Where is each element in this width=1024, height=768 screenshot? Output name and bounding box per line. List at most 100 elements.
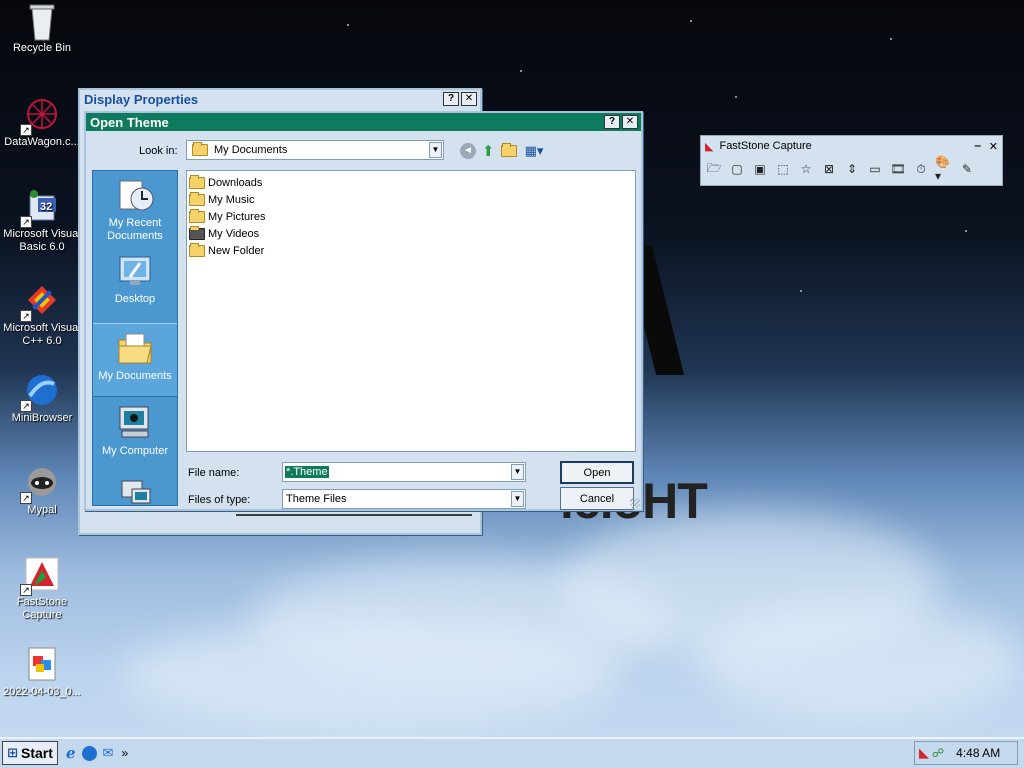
- file-name: New Folder: [208, 244, 265, 257]
- desktop-icon-label: FastStone Capture: [16, 596, 68, 621]
- mypal-icon: ↗: [20, 464, 60, 504]
- my-documents-icon: [116, 330, 154, 366]
- screen-recorder-icon[interactable]: 🎞: [889, 160, 907, 178]
- visual-basic-icon: 32 ↗: [20, 188, 60, 228]
- file-name: Downloads: [208, 176, 263, 189]
- datawagon-icon: ↗: [20, 96, 60, 136]
- place-my-computer[interactable]: My Computer: [93, 399, 177, 473]
- capture-freehand-icon[interactable]: ☆: [797, 160, 815, 178]
- close-button[interactable]: ✕: [461, 92, 477, 106]
- desktop-icon-screenshot-file[interactable]: 2022-04-03_0...: [0, 646, 84, 699]
- capture-fixed-region-icon[interactable]: ▭: [866, 160, 884, 178]
- open-theme-titlebar[interactable]: Open Theme ? ✕: [86, 113, 641, 131]
- file-name-label: File name:: [188, 467, 240, 479]
- desktop-icon-label: Microsoft Visual C++ 6.0: [3, 322, 81, 347]
- settings-menu-icon[interactable]: ✎: [958, 160, 976, 178]
- network-tray-icon[interactable]: ☍: [932, 746, 944, 760]
- file-list[interactable]: Downloads My Music My Pictures My Videos…: [186, 170, 636, 452]
- folder-icon: [189, 242, 205, 257]
- windows-logo-icon: ⊞: [7, 745, 18, 760]
- delay-timer-icon[interactable]: ⏱: [912, 160, 930, 178]
- chevron-down-icon[interactable]: ▼: [429, 142, 442, 158]
- list-item[interactable]: New Folder: [189, 242, 635, 259]
- help-button[interactable]: ?: [604, 115, 620, 129]
- capture-object-icon[interactable]: ▣: [751, 160, 769, 178]
- taskbar: ⊞ Start ℯ ✉ » ◣ ☍ 4:48 AM: [0, 737, 1024, 768]
- display-properties-bottom-tabs: [236, 514, 472, 522]
- list-item[interactable]: Downloads: [189, 174, 635, 191]
- help-button[interactable]: ?: [443, 92, 459, 106]
- desktop-icon-minibrowser[interactable]: ↗ MiniBrowser: [0, 372, 84, 425]
- new-folder-icon[interactable]: [500, 143, 517, 157]
- view-menu-icon[interactable]: ▦▾: [525, 143, 544, 159]
- desktop-icon-label: DataWagon.c...: [4, 136, 80, 148]
- close-button[interactable]: ✕: [622, 115, 638, 129]
- place-my-network[interactable]: [93, 471, 177, 505]
- list-item[interactable]: My Pictures: [189, 208, 635, 225]
- capture-scrolling-icon[interactable]: ⇕: [843, 160, 861, 178]
- display-properties-titlebar[interactable]: Display Properties ? ✕: [80, 90, 480, 108]
- videos-folder-icon: [189, 225, 205, 240]
- chevron-down-icon[interactable]: ▼: [511, 491, 524, 507]
- close-button[interactable]: ✕: [989, 140, 998, 153]
- back-icon[interactable]: ◄: [460, 143, 476, 159]
- network-places-icon: [116, 477, 154, 505]
- faststone-capture-icon: ↗: [20, 556, 60, 596]
- faststone-tray-icon[interactable]: ◣: [919, 745, 929, 761]
- desktop-icon-label: Microsoft Visual Basic 6.0: [3, 228, 81, 253]
- internet-explorer-icon[interactable]: ℯ: [66, 744, 76, 762]
- file-name-input[interactable]: *.Theme ▼: [282, 462, 526, 482]
- list-item[interactable]: My Music: [189, 191, 635, 208]
- recycle-bin-icon: [24, 2, 60, 41]
- browser-globe-icon[interactable]: [81, 745, 97, 761]
- desktop-icon-vb6[interactable]: 32 ↗ Microsoft Visual Basic 6.0: [0, 188, 84, 254]
- minimize-button[interactable]: ‒: [975, 140, 981, 152]
- desktop-icon-datawagon[interactable]: ↗ DataWagon.c...: [0, 96, 84, 149]
- faststone-capture-window[interactable]: ◣ FastStone Capture ‒ ✕ 🗁 ▢ ▣ ⬚ ☆ ⊠ ⇕ ▭ …: [700, 135, 1003, 186]
- capture-fullscreen-icon[interactable]: ⊠: [820, 160, 838, 178]
- desktop-icon-vc6[interactable]: ↗ Microsoft Visual C++ 6.0: [0, 282, 84, 348]
- cancel-button[interactable]: Cancel: [560, 487, 634, 510]
- faststone-titlebar[interactable]: ◣ FastStone Capture ‒ ✕: [701, 136, 1002, 156]
- files-of-type-dropdown[interactable]: Theme Files ▼: [282, 489, 526, 509]
- shortcut-arrow-icon: ↗: [20, 400, 32, 412]
- up-folder-icon[interactable]: ⬆: [482, 142, 495, 160]
- shortcut-arrow-icon: ↗: [20, 216, 32, 228]
- image-file-icon: [24, 646, 60, 682]
- badge-32: 32: [40, 201, 52, 213]
- place-desktop[interactable]: Desktop: [93, 247, 177, 321]
- look-in-label: Look in:: [139, 145, 178, 157]
- desktop-icon-faststone[interactable]: ↗ FastStone Capture: [0, 556, 84, 622]
- start-button[interactable]: ⊞ Start: [2, 741, 58, 765]
- look-in-value: My Documents: [214, 144, 288, 156]
- quick-launch-more-button[interactable]: »: [121, 746, 128, 760]
- clock[interactable]: 4:48 AM: [956, 746, 1000, 760]
- resize-grip-icon[interactable]: [630, 498, 640, 508]
- capture-rectangle-icon[interactable]: ⬚: [774, 160, 792, 178]
- shortcut-arrow-icon: ↗: [20, 584, 32, 596]
- output-palette-icon[interactable]: 🎨▾: [935, 155, 953, 183]
- recent-documents-icon: [116, 177, 154, 213]
- chevron-down-icon[interactable]: ▼: [511, 464, 524, 480]
- open-button[interactable]: Open: [560, 461, 634, 484]
- minibrowser-icon: ↗: [20, 372, 60, 412]
- my-computer-icon: [116, 405, 154, 441]
- place-label: My Documents: [98, 370, 172, 382]
- look-in-toolbar: ◄ ⬆ ▦▾: [460, 142, 543, 160]
- folder-icon: [189, 174, 205, 189]
- outlook-express-icon[interactable]: ✉: [103, 745, 114, 761]
- desktop-icon-recycle-bin[interactable]: Recycle Bin: [0, 2, 84, 55]
- list-item[interactable]: My Videos: [189, 225, 635, 242]
- capture-window-icon[interactable]: ▢: [728, 160, 746, 178]
- shortcut-arrow-icon: ↗: [20, 492, 32, 504]
- place-my-documents[interactable]: My Documents: [93, 323, 177, 397]
- faststone-title: FastStone Capture: [719, 140, 812, 152]
- shortcut-arrow-icon: ↗: [20, 124, 32, 136]
- open-file-icon[interactable]: 🗁: [705, 160, 723, 178]
- look-in-dropdown[interactable]: My Documents ▼: [186, 140, 444, 160]
- places-bar: My Recent Documents Desktop My Documents…: [92, 170, 178, 506]
- desktop-icon-mypal[interactable]: ↗ Mypal: [0, 464, 84, 517]
- file-name: My Pictures: [208, 210, 266, 223]
- place-my-recent-documents[interactable]: My Recent Documents: [93, 171, 177, 249]
- open-theme-dialog[interactable]: Open Theme ? ✕ Look in: My Documents ▼ ◄…: [84, 111, 643, 511]
